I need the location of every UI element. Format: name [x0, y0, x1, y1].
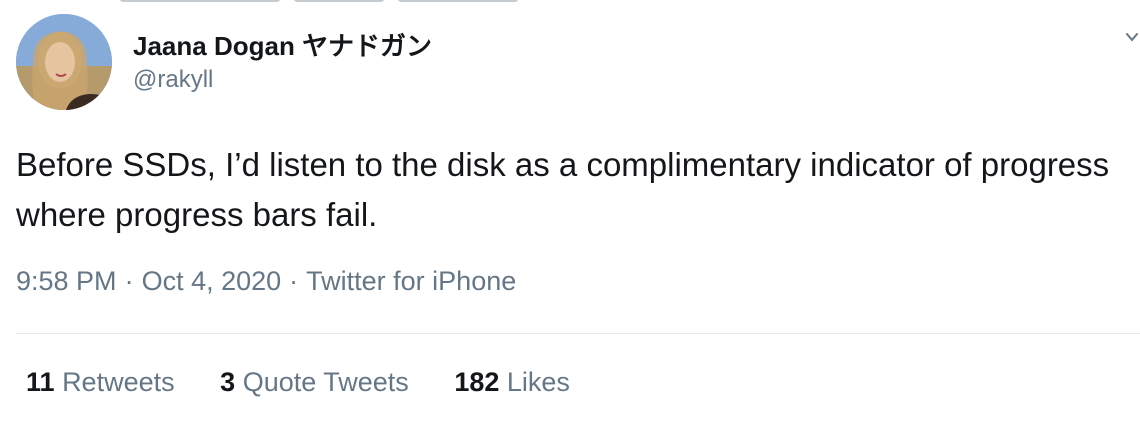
meta-separator: · — [289, 266, 299, 296]
retweets-label: Retweets — [62, 367, 175, 397]
likes-label: Likes — [506, 367, 570, 397]
tweet-source[interactable]: Twitter for iPhone — [306, 266, 516, 296]
author-display-name[interactable]: Jaana Dogan ヤナドガン — [133, 26, 432, 63]
likes-count: 182 — [454, 367, 500, 397]
avatar[interactable] — [16, 14, 112, 110]
retweets-count: 11 — [26, 367, 55, 397]
quote-tweets-stat[interactable]: 3 Quote Tweets — [220, 367, 409, 398]
previous-tweet-fragment — [120, 0, 640, 2]
tweet-meta: 9:58 PM · Oct 4, 2020 · Twitter for iPhone — [16, 266, 516, 297]
quote-tweets-label: Quote Tweets — [242, 367, 409, 397]
avatar-image — [16, 14, 112, 110]
meta-separator: · — [124, 266, 134, 296]
tweet-time[interactable]: 9:58 PM — [16, 266, 117, 296]
divider — [16, 333, 1140, 334]
retweets-stat[interactable]: 11 Retweets — [26, 367, 175, 398]
tweet-text: Before SSDs, I’d listen to the disk as a… — [16, 146, 1110, 233]
tweet-stats: 11 Retweets 3 Quote Tweets 182 Likes — [26, 367, 608, 398]
tweet-date[interactable]: Oct 4, 2020 — [142, 266, 282, 296]
likes-stat[interactable]: 182 Likes — [454, 367, 570, 398]
chevron-down-icon[interactable] — [1124, 28, 1140, 48]
quote-tweets-count: 3 — [220, 367, 236, 397]
author-handle[interactable]: @rakyll — [133, 66, 213, 94]
